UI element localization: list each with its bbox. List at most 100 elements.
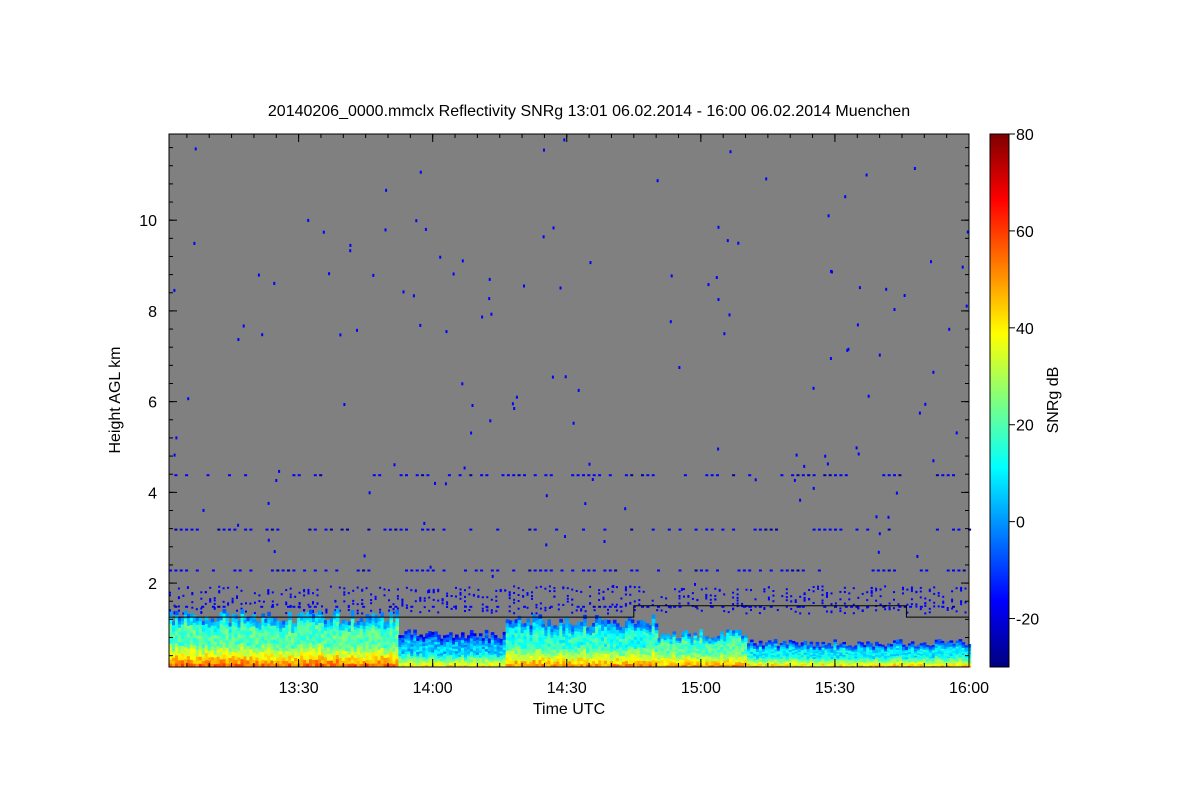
echo-speck [870, 594, 873, 597]
echo-speck [202, 508, 205, 512]
echo-speck [349, 249, 352, 253]
echo-speck [488, 297, 491, 301]
echo-row-speck [839, 528, 843, 531]
echo-speck [513, 585, 516, 588]
y-tick-label: 6 [148, 395, 157, 412]
echo-speck [830, 611, 833, 614]
echo-speck [275, 479, 278, 482]
cloud-cell [478, 633, 483, 637]
echo-row-speck [501, 474, 505, 477]
echo-speck [910, 603, 913, 606]
echo-speck [933, 605, 936, 608]
echo-speck [343, 403, 346, 406]
echo-speck [245, 610, 247, 613]
echo-speck [562, 603, 565, 606]
echo-row-speck [528, 569, 532, 572]
echo-speck [843, 591, 846, 593]
cloud-cell [490, 632, 495, 636]
cloud-cell [437, 634, 441, 638]
echo-speck [826, 594, 828, 597]
cloud-cell [651, 618, 656, 623]
echo-speck [566, 587, 569, 590]
echo-row-speck [426, 528, 430, 531]
echo-row-speck [775, 528, 778, 531]
cloud-cell [672, 631, 677, 635]
echo-row-speck [549, 569, 553, 572]
echo-row-speck [185, 528, 189, 531]
echo-row-speck [549, 474, 553, 477]
echo-row-speck [737, 569, 741, 572]
echo-row-speck [399, 474, 403, 477]
echo-speck [843, 602, 846, 605]
echo-speck [727, 611, 730, 614]
echo-speck [231, 597, 234, 600]
echo-speck [553, 590, 556, 593]
echo-speck [879, 588, 882, 591]
echo-speck [803, 464, 806, 468]
echo-speck [559, 286, 562, 290]
echo-speck [933, 592, 936, 595]
cloud-cell [738, 629, 742, 633]
echo-speck [177, 605, 180, 608]
echo-speck [343, 600, 346, 603]
echo-speck [821, 585, 824, 588]
echo-speck [218, 585, 221, 588]
echo-row-speck [710, 528, 714, 531]
echo-speck [611, 585, 614, 588]
echo-row-speck [292, 474, 296, 477]
cloud-cell [615, 623, 620, 627]
echo-speck [821, 602, 824, 605]
echo-speck [877, 550, 880, 554]
echo-speck [875, 599, 878, 602]
echo-row-speck [442, 528, 446, 531]
echo-speck [312, 601, 314, 604]
echo-speck [428, 591, 431, 593]
echo-speck [717, 298, 720, 301]
echo-row-speck [356, 569, 360, 572]
echo-speck [718, 589, 721, 592]
echo-speck [803, 592, 806, 595]
echo-speck [887, 515, 890, 519]
cloud-cell [517, 615, 522, 620]
echo-speck [741, 602, 744, 605]
colorbar-label: SNRg dB [1045, 367, 1062, 434]
echo-speck [866, 599, 869, 602]
echo-speck [289, 587, 292, 590]
echo-speck [388, 599, 390, 602]
x-tick-label: 16:00 [949, 680, 989, 697]
echo-speck [812, 602, 815, 604]
cloud-cell [860, 642, 864, 645]
echo-row-speck [699, 569, 703, 572]
echo-row-speck [619, 605, 623, 608]
colorbar-tick-label: 60 [1016, 224, 1034, 241]
echo-speck [562, 586, 565, 589]
echo-speck [732, 603, 735, 606]
echo-speck [289, 593, 292, 596]
echo-row-speck [544, 474, 548, 477]
echo-speck [808, 598, 811, 601]
y-axis-label: Height AGL km [107, 346, 124, 453]
echo-speck [776, 609, 779, 611]
cloud-cell [803, 640, 808, 644]
cloud-cell [654, 629, 659, 634]
cloud-cell [654, 632, 659, 637]
echo-speck [419, 599, 422, 602]
echo-row-speck [244, 528, 248, 531]
echo-row-speck [539, 569, 543, 572]
cloud-cell [309, 609, 313, 615]
echo-row-speck [796, 474, 800, 477]
echo-row-speck [190, 528, 194, 531]
echo-row-speck [603, 528, 607, 531]
echo-speck [812, 486, 815, 490]
cloud-cell [815, 641, 820, 645]
echo-speck [884, 585, 887, 588]
echo-row-speck [887, 474, 891, 477]
echo-row-speck [866, 528, 870, 531]
echo-row-speck [174, 474, 178, 477]
echo-speck [767, 598, 770, 601]
echo-speck [683, 595, 685, 598]
cloud-cell [350, 614, 355, 619]
cloud-cell [902, 644, 906, 647]
cloud-cell [758, 640, 763, 644]
echo-speck [856, 323, 859, 327]
